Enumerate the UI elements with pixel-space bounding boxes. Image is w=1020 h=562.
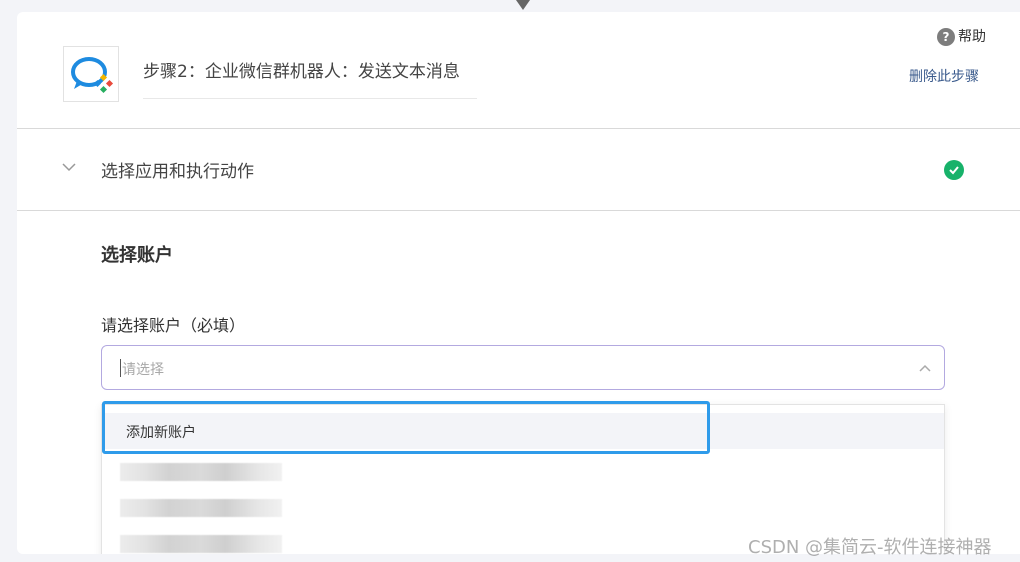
add-new-account-option[interactable]: 添加新账户 <box>102 413 944 449</box>
help-link[interactable]: ? 帮助 <box>937 27 986 47</box>
text-caret <box>120 359 121 377</box>
account-field-label: 请选择账户（必填） <box>101 316 246 335</box>
account-select[interactable]: 请选择 <box>101 345 945 390</box>
select-app-action-section[interactable]: 选择应用和执行动作 <box>17 129 1020 211</box>
account-option-redacted[interactable] <box>120 499 282 517</box>
chevron-down-icon[interactable] <box>61 159 77 179</box>
check-circle-icon <box>944 160 964 180</box>
step-title[interactable]: 步骤2：企业微信群机器人：发送文本消息 <box>143 60 477 99</box>
account-option-redacted[interactable] <box>120 535 282 553</box>
help-icon: ? <box>937 28 955 46</box>
delete-step-link[interactable]: 删除此步骤 <box>909 66 979 86</box>
account-select-placeholder: 请选择 <box>122 362 164 378</box>
watermark: CSDN @集简云-软件连接神器 <box>748 537 992 558</box>
add-new-account-label: 添加新账户 <box>126 425 196 441</box>
section-label: 选择应用和执行动作 <box>101 162 254 182</box>
account-option-redacted[interactable] <box>120 463 282 481</box>
help-label: 帮助 <box>958 29 986 45</box>
chevron-up-icon <box>918 361 932 380</box>
wecom-logo-icon <box>63 46 119 102</box>
account-heading: 选择账户 <box>101 245 173 266</box>
step-connector-arrow <box>516 0 530 10</box>
step-card: 步骤2：企业微信群机器人：发送文本消息 ? 帮助 删除此步骤 选择应用和执行动作… <box>17 12 1020 554</box>
step-header: 步骤2：企业微信群机器人：发送文本消息 ? 帮助 删除此步骤 <box>17 12 1020 129</box>
account-dropdown: 添加新账户 <box>101 404 945 554</box>
